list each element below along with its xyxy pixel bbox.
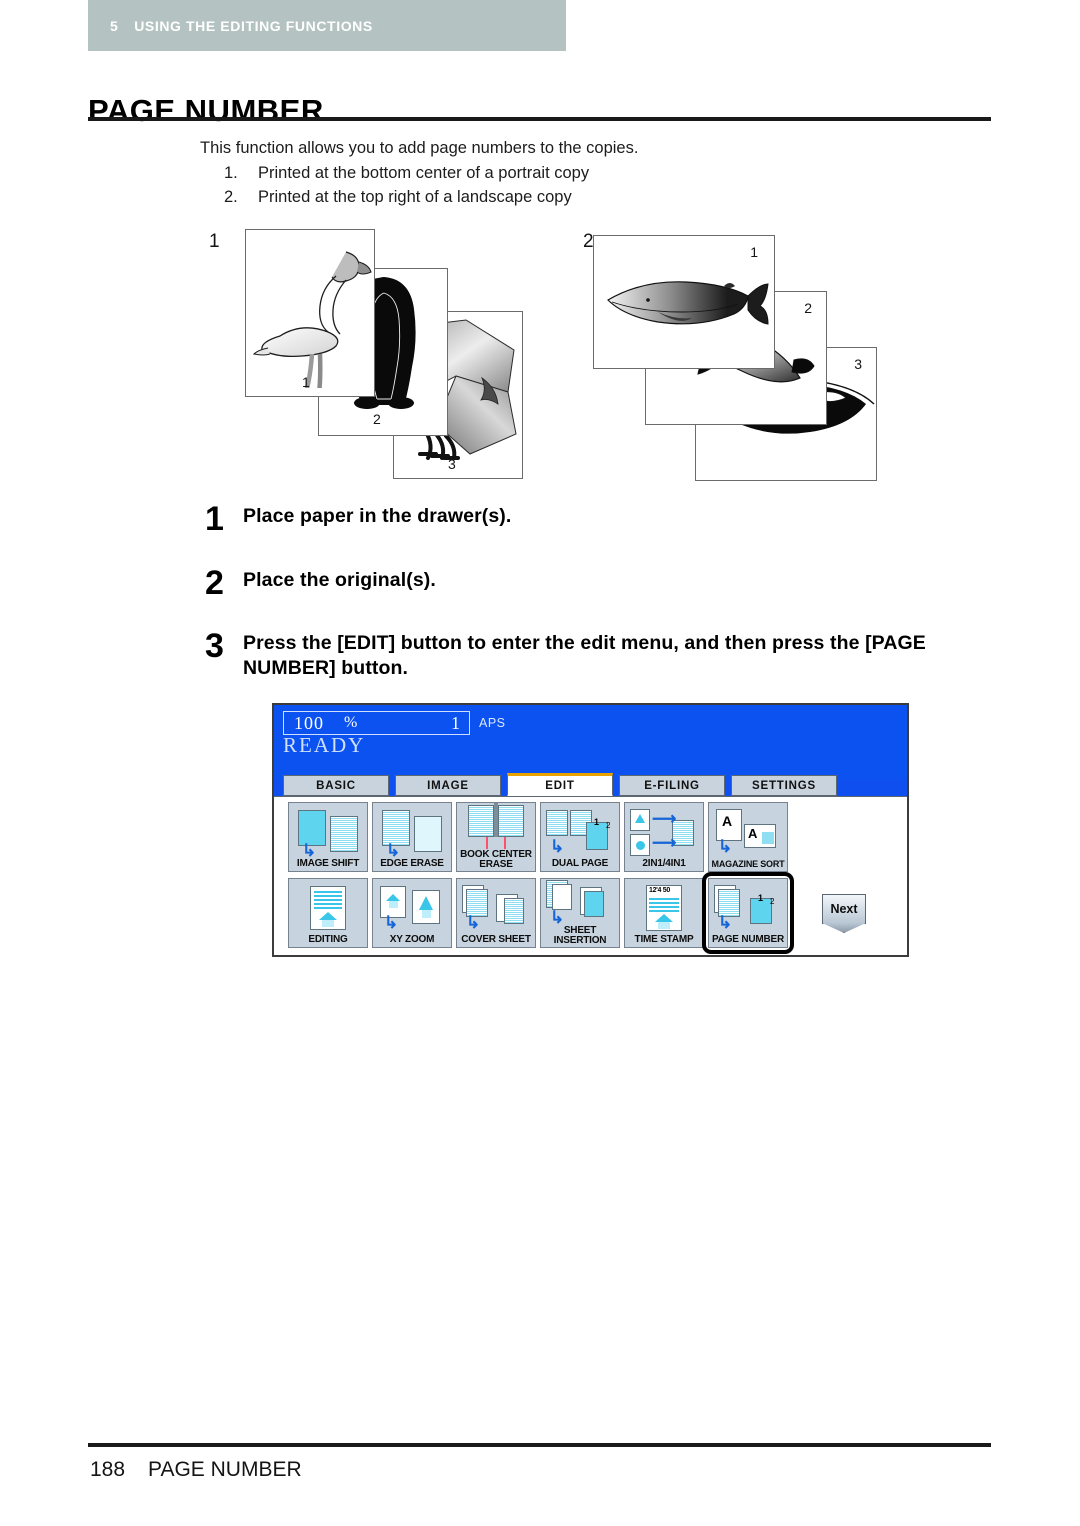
- step-1-text: Place paper in the drawer(s).: [243, 505, 512, 527]
- sheet-page-number: 1: [302, 374, 310, 390]
- edge-erase-icon: ↳: [376, 808, 448, 859]
- tab-e-filing[interactable]: E-FILING: [619, 775, 725, 796]
- chapter-number: 5: [110, 17, 119, 34]
- button-sheet-insertion[interactable]: ↳ SHEET INSERTION: [540, 878, 620, 948]
- magazine-letter-a2: A: [748, 826, 758, 841]
- tab-basic[interactable]: BASIC: [283, 775, 389, 796]
- button-label: MAGAZINE SORT: [711, 859, 785, 869]
- step-2-text: Place the original(s).: [243, 569, 436, 591]
- page-title: PAGE NUMBER: [88, 92, 324, 128]
- step-3: 3 Press the [EDIT] button to enter the e…: [205, 627, 995, 681]
- button-time-stamp[interactable]: 12'4 50 TIME STAMP: [624, 878, 704, 948]
- button-editing[interactable]: EDITING: [288, 878, 368, 948]
- button-label: XY ZOOM: [389, 934, 435, 945]
- paper-mode-label: APS: [479, 716, 506, 730]
- button-label: 2IN1/4IN1: [642, 858, 686, 869]
- step-2-number: 2: [205, 564, 224, 602]
- tab-edit[interactable]: EDIT: [507, 773, 613, 796]
- blue-whale-art: [607, 281, 769, 325]
- status-message: READY: [283, 733, 366, 757]
- sheet-page-number: 1: [750, 244, 758, 260]
- button-label: COVER SHEET: [461, 934, 531, 945]
- step-3-number: 3: [205, 627, 224, 665]
- flamingo-art: [252, 251, 372, 388]
- sheet-page-number: 2: [804, 300, 812, 316]
- button-label: SHEET INSERTION: [553, 925, 607, 946]
- illustration-group-2-label: 2: [583, 231, 594, 252]
- dual-page-icon: 1 2 ↳: [544, 808, 616, 858]
- button-label: EDITING: [308, 934, 348, 945]
- footer-divider: [88, 1443, 991, 1447]
- page-number-icon: 1 2 ↳: [712, 884, 784, 934]
- button-label: IMAGE SHIFT: [296, 858, 360, 869]
- list-item: 2. Printed at the top right of a landsca…: [224, 186, 589, 210]
- footer-section-title: PAGE NUMBER: [148, 1458, 302, 1481]
- xy-zoom-icon: ↳: [376, 884, 448, 934]
- intro-list: 1. Printed at the bottom center of a por…: [224, 162, 589, 209]
- sheet-page-number: 3: [854, 356, 862, 372]
- percent-symbol: %: [344, 714, 358, 731]
- sheet-page-number: 3: [448, 456, 456, 472]
- time-stamp-icon: 12'4 50: [628, 884, 700, 934]
- button-page-number[interactable]: 1 2 ↳ PAGE NUMBER: [708, 878, 788, 948]
- page-number-badge-1: 1: [758, 893, 764, 903]
- zoom-ratio-box[interactable]: 100 % 1: [283, 711, 470, 735]
- editing-icon: [292, 884, 364, 934]
- button-label: PAGE NUMBER: [711, 934, 785, 945]
- button-image-shift[interactable]: ↳ IMAGE SHIFT: [288, 802, 368, 872]
- next-button[interactable]: Next: [822, 894, 866, 924]
- book-center-erase-icon: [460, 803, 532, 849]
- image-shift-icon: ↳: [292, 808, 364, 859]
- button-dual-page[interactable]: 1 2 ↳ DUAL PAGE: [540, 802, 620, 872]
- cover-sheet-icon: ↳: [460, 884, 532, 934]
- button-cover-sheet[interactable]: ↳ COVER SHEET: [456, 878, 536, 948]
- illustration-sheet-1: 1: [593, 235, 775, 369]
- sheet-insertion-icon: ↳: [544, 879, 616, 926]
- magazine-sort-icon: A A ↳: [712, 808, 784, 858]
- time-stamp-sample-text: 12'4 50: [649, 887, 670, 894]
- list-item-text: Printed at the top right of a landscape …: [258, 187, 572, 206]
- step-3-text: Press the [EDIT] button to enter the edi…: [243, 632, 926, 679]
- step-2: 2 Place the original(s).: [205, 564, 436, 602]
- title-divider: [88, 117, 991, 121]
- illustration-sheet-1: 1: [245, 229, 375, 397]
- button-label: EDGE ERASE: [380, 858, 444, 869]
- footer-page-number: 188: [90, 1458, 126, 1481]
- footer: 188 PAGE NUMBER: [90, 1458, 302, 1482]
- chapter-header-band: 5 USING THE EDITING FUNCTIONS: [88, 0, 566, 51]
- 2in1-4in1-icon: ⟶ ⟶: [628, 808, 700, 858]
- zoom-ratio-value: 100: [294, 713, 324, 733]
- button-edge-erase[interactable]: ↳ EDGE ERASE: [372, 802, 452, 872]
- tab-image[interactable]: IMAGE: [395, 775, 501, 796]
- sheet-page-number: 2: [373, 411, 381, 427]
- page-number-badge-2: 2: [770, 897, 775, 906]
- button-label: DUAL PAGE: [551, 858, 609, 869]
- list-item: 1. Printed at the bottom center of a por…: [224, 162, 589, 186]
- magazine-letter-a1: A: [722, 813, 733, 829]
- copier-lcd-panel: 100 % 1 APS READY BASIC IMAGE EDIT E-FIL…: [272, 703, 909, 957]
- list-item-text: Printed at the bottom center of a portra…: [258, 164, 590, 182]
- illustration-group-1-label: 1: [209, 231, 220, 252]
- list-item-number: 1.: [224, 164, 238, 182]
- lcd-tab-bar: BASIC IMAGE EDIT E-FILING SETTINGS: [274, 773, 907, 797]
- list-item-number: 2.: [224, 187, 238, 206]
- chapter-title: USING THE EDITING FUNCTIONS: [134, 17, 373, 34]
- button-label: BOOK CENTER ERASE: [460, 849, 532, 870]
- lcd-function-panel: ↳ IMAGE SHIFT ↳ EDGE ERASE BOOK CENTER E…: [274, 796, 907, 955]
- intro-paragraph: This function allows you to add page num…: [200, 139, 639, 157]
- tab-settings[interactable]: SETTINGS: [731, 775, 837, 796]
- button-label: TIME STAMP: [634, 934, 694, 945]
- button-book-center-erase[interactable]: BOOK CENTER ERASE: [456, 802, 536, 872]
- button-2in1-4in1[interactable]: ⟶ ⟶ 2IN1/4IN1: [624, 802, 704, 872]
- lcd-status-area: 100 % 1 APS READY: [274, 705, 907, 779]
- button-magazine-sort[interactable]: A A ↳ MAGAZINE SORT: [708, 802, 788, 872]
- step-1-number: 1: [205, 500, 224, 538]
- copy-count-value: 1: [451, 713, 460, 733]
- illustration-area: 1 3 2 1 2 3 2 1: [195, 225, 915, 490]
- button-xy-zoom[interactable]: ↳ XY ZOOM: [372, 878, 452, 948]
- step-1: 1 Place paper in the drawer(s).: [205, 500, 512, 538]
